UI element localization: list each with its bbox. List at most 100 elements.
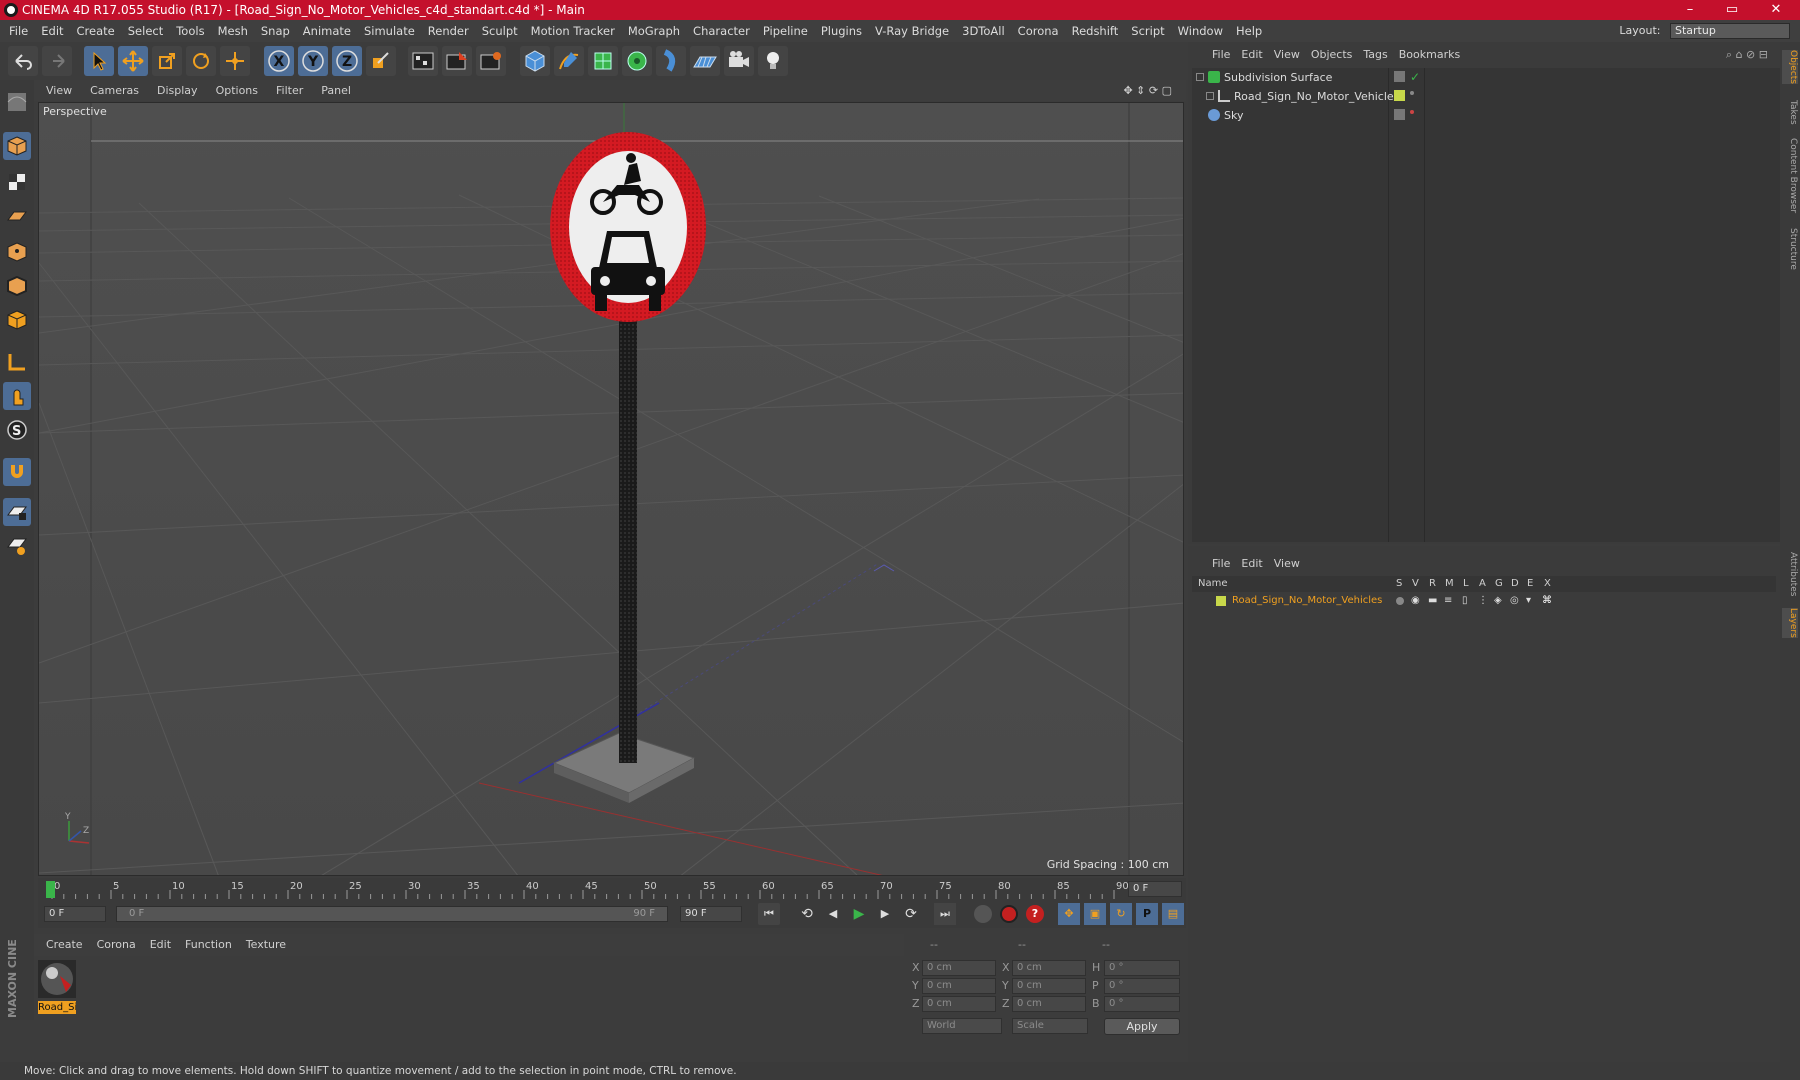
undo-icon[interactable] (8, 46, 38, 76)
render-view-icon[interactable] (408, 46, 438, 76)
editor-visibility-icon[interactable] (1394, 109, 1405, 120)
tab-layers[interactable]: Layers (1782, 608, 1798, 638)
solo-toggle-icon[interactable] (1396, 597, 1404, 605)
x-axis-lock-icon[interactable]: X (264, 46, 294, 76)
editor-visibility-icon[interactable] (1394, 71, 1405, 82)
menu-3dtoall[interactable]: 3DToAll (962, 24, 1005, 38)
render-clapper-icon[interactable]: ▬ (1428, 593, 1437, 609)
menu-pipeline[interactable]: Pipeline (763, 24, 808, 38)
position-z-field[interactable]: 0 cm (922, 996, 996, 1012)
layer-row[interactable]: Road_Sign_No_Motor_Vehicles ◉ ▬ ≡ ▯ ⋮ ◈ … (1192, 593, 1776, 609)
menu-file[interactable]: File (9, 24, 28, 38)
material-menu-corona[interactable]: Corona (97, 938, 136, 951)
axis-mode-icon[interactable] (3, 348, 31, 376)
view-eye-icon[interactable]: ◉ (1411, 593, 1420, 609)
edges-mode-icon[interactable] (3, 272, 31, 300)
layout-dropdown[interactable]: Startup (1670, 23, 1790, 39)
objects-menu-file[interactable]: File (1212, 48, 1230, 61)
menu-script[interactable]: Script (1131, 24, 1164, 38)
autokey-icon[interactable] (1000, 905, 1018, 923)
material-menu-edit[interactable]: Edit (150, 938, 171, 951)
layers-menu-file[interactable]: File (1212, 557, 1230, 570)
menu-tools[interactable]: Tools (176, 24, 204, 38)
menu-render[interactable]: Render (428, 24, 469, 38)
playhead-marker[interactable] (46, 881, 55, 898)
menu-character[interactable]: Character (693, 24, 750, 38)
objects-menu-tags[interactable]: Tags (1363, 48, 1387, 61)
pen-spline-icon[interactable] (554, 46, 584, 76)
viewport-menu-filter[interactable]: Filter (276, 84, 303, 97)
expand-toggle-icon[interactable] (1196, 73, 1204, 81)
size-x-field[interactable]: 0 cm (1012, 960, 1086, 976)
workplane-icon[interactable] (3, 202, 31, 230)
minimize-button[interactable]: – (1670, 0, 1710, 20)
next-frame-icon[interactable]: ▶ (874, 903, 896, 925)
menu-plugins[interactable]: Plugins (821, 24, 862, 38)
viewport-menu-options[interactable]: Options (216, 84, 258, 97)
prev-key-icon[interactable]: ⟲ (796, 903, 818, 925)
position-y-field[interactable]: 0 cm (922, 978, 996, 994)
grid-lock-icon[interactable] (3, 498, 31, 526)
menu-mesh[interactable]: Mesh (218, 24, 248, 38)
object-row-sky[interactable]: Sky (1192, 106, 1780, 125)
model-mode-icon[interactable] (3, 132, 31, 160)
workplane-snap-icon[interactable] (3, 532, 31, 560)
floor-object-icon[interactable] (690, 46, 720, 76)
render-picture-viewer-icon[interactable] (442, 46, 472, 76)
start-frame-field[interactable]: 0 F (44, 906, 106, 922)
viewport-nav-icons[interactable]: ✥ ⇕ ⟳ ▢ (1123, 80, 1172, 101)
maximize-button[interactable]: ▭ (1712, 0, 1752, 20)
key-rotation-icon[interactable]: ↻ (1110, 903, 1132, 925)
cube-object-icon[interactable] (520, 46, 550, 76)
perspective-viewport[interactable]: Y Z Perspective Grid Spacing : 100 cm (38, 102, 1184, 876)
make-editable-icon[interactable] (3, 88, 31, 116)
select-arrow-icon[interactable] (84, 46, 114, 76)
points-mode-icon[interactable] (3, 238, 31, 266)
viewport-menu-display[interactable]: Display (157, 84, 198, 97)
layers-menu-view[interactable]: View (1274, 557, 1300, 570)
deformer-icon[interactable]: ◎ (1510, 593, 1519, 609)
scale-tool-icon[interactable] (152, 46, 182, 76)
current-frame-field[interactable]: 0 F (1128, 881, 1182, 897)
menu-corona[interactable]: Corona (1018, 24, 1059, 38)
menu-simulate[interactable]: Simulate (364, 24, 415, 38)
manager-list-icon[interactable]: ≡ (1444, 593, 1452, 609)
visibility-dot-icon[interactable] (1410, 91, 1414, 95)
generator-icon[interactable]: ◈ (1494, 593, 1502, 609)
key-parameter-icon[interactable]: P (1136, 903, 1158, 925)
objects-menu-objects[interactable]: Objects (1311, 48, 1353, 61)
rotation-p-field[interactable]: 0 ° (1104, 978, 1180, 994)
tab-objects[interactable]: Objects (1782, 50, 1798, 85)
key-scale-icon[interactable]: ▣ (1084, 903, 1106, 925)
z-axis-lock-icon[interactable]: Z (332, 46, 362, 76)
viewport-menu-cameras[interactable]: Cameras (90, 84, 139, 97)
objects-menu-bookmarks[interactable]: Bookmarks (1399, 48, 1460, 61)
record-disabled-icon[interactable] (974, 905, 992, 923)
tab-takes[interactable]: Takes (1782, 100, 1798, 125)
size-mode-dropdown[interactable]: Scale (1012, 1018, 1088, 1034)
subdivision-surface-icon[interactable] (588, 46, 618, 76)
menu-mograph[interactable]: MoGraph (628, 24, 680, 38)
expand-toggle-icon[interactable] (1206, 92, 1214, 100)
frame-range-slider[interactable]: 0 F 90 F (116, 906, 668, 922)
apply-button[interactable]: Apply (1104, 1018, 1180, 1035)
menu-snap[interactable]: Snap (261, 24, 290, 38)
rotate-tool-icon[interactable] (186, 46, 216, 76)
material-menu-function[interactable]: Function (185, 938, 232, 951)
texture-mode-icon[interactable] (3, 168, 31, 196)
coordinate-system-icon[interactable] (366, 46, 396, 76)
animation-icon[interactable]: ⋮ (1478, 593, 1488, 609)
close-button[interactable]: ✕ (1756, 0, 1796, 20)
layer-color-swatch[interactable] (1216, 596, 1226, 606)
visibility-dot-icon[interactable] (1410, 110, 1414, 114)
menu-help[interactable]: Help (1236, 24, 1262, 38)
material-swatch[interactable]: Road_Si (38, 960, 76, 1014)
object-row-road-sign[interactable]: Road_Sign_No_Motor_Vehicles (1192, 87, 1780, 106)
material-menu-texture[interactable]: Texture (246, 938, 286, 951)
rotation-b-field[interactable]: 0 ° (1104, 996, 1180, 1012)
tab-attributes[interactable]: Attributes (1782, 552, 1798, 596)
lock-icon[interactable]: ▯ (1462, 593, 1468, 609)
timeline-ruler[interactable]: 0 5 10 15 20 25 30 35 40 45 50 55 60 65 70 75 80 85 90 0 F (38, 878, 1186, 900)
goto-end-icon[interactable]: ⏭ (934, 903, 956, 925)
layer-color-swatch[interactable] (1394, 90, 1405, 101)
